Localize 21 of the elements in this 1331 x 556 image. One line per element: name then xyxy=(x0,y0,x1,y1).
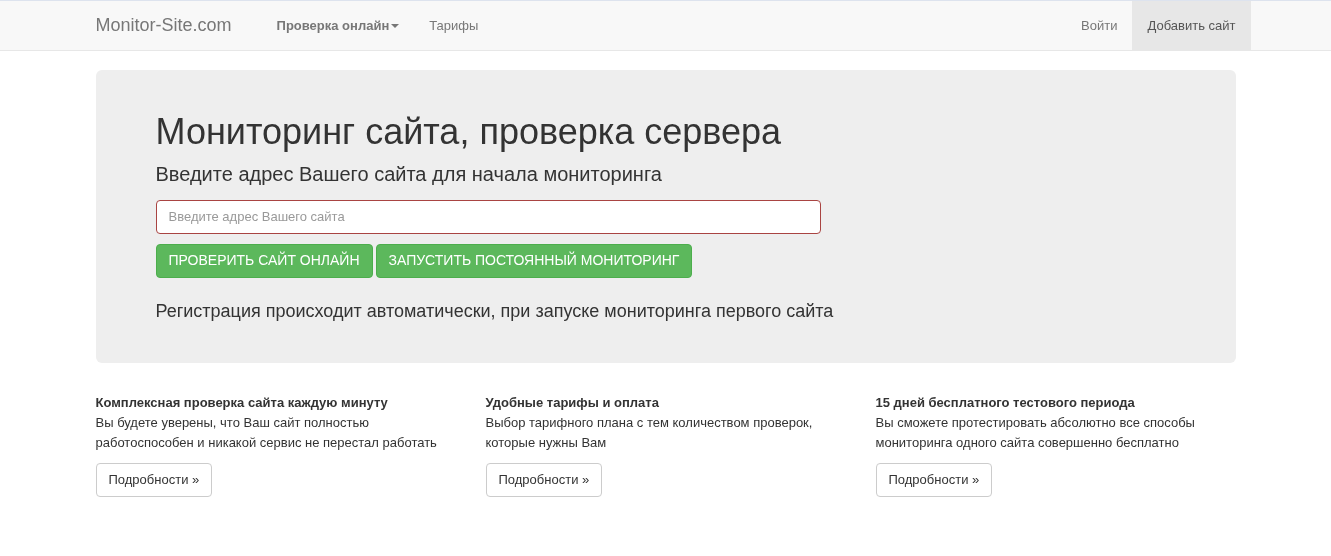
nav-link[interactable]: Войти xyxy=(1066,1,1133,50)
details-button[interactable]: Подробности » xyxy=(95,463,213,497)
nav-link[interactable]: Добавить сайт xyxy=(1132,1,1251,50)
feature-title: Удобные тарифы и оплата xyxy=(485,394,660,412)
site-address-field[interactable]: Введите адрес Вашего сайта xyxy=(155,199,821,234)
details-button[interactable]: Подробности » xyxy=(875,463,993,497)
feature-title: 15 дней бесплатного тестового периода xyxy=(875,394,1136,412)
feature-title: Комплексная проверка сайта каждую минуту xyxy=(95,394,389,412)
nav-dropdown[interactable]: Проверка онлайн xyxy=(261,1,415,50)
brand-link[interactable]: Monitor-Site.com xyxy=(95,1,247,50)
details-button[interactable]: Подробности » xyxy=(485,463,603,497)
feature-description: Вы будете уверены, что Ваш сайт полностью работоспособен и никакой сервис не перестал работать xyxy=(95,414,438,452)
feature-description: Вы сможете протестировать абсолютно все способы мониторинга одного сайта совершенно бесплатно xyxy=(875,414,1196,452)
action-button[interactable]: ЗАПУСТИТЬ ПОСТОЯННЫЙ МОНИТОРИНГ xyxy=(375,243,693,278)
caret-icon xyxy=(391,23,400,28)
registration-note: Регистрация происходит автоматически, при запуске мониторинга первого сайта xyxy=(155,299,835,323)
feature-description: Выбор тарифного плана с тем количеством проверок, которые нужны Вам xyxy=(485,414,814,452)
hero-subtitle: Введите адрес Вашего сайта для начала мониторинга xyxy=(155,161,663,186)
nav-link[interactable]: Тарифы xyxy=(414,1,494,50)
action-button[interactable]: ПРОВЕРИТЬ САЙТ ОНЛАЙН xyxy=(155,243,373,278)
hero-title: Мониторинг сайта, проверка сервера xyxy=(155,112,783,152)
